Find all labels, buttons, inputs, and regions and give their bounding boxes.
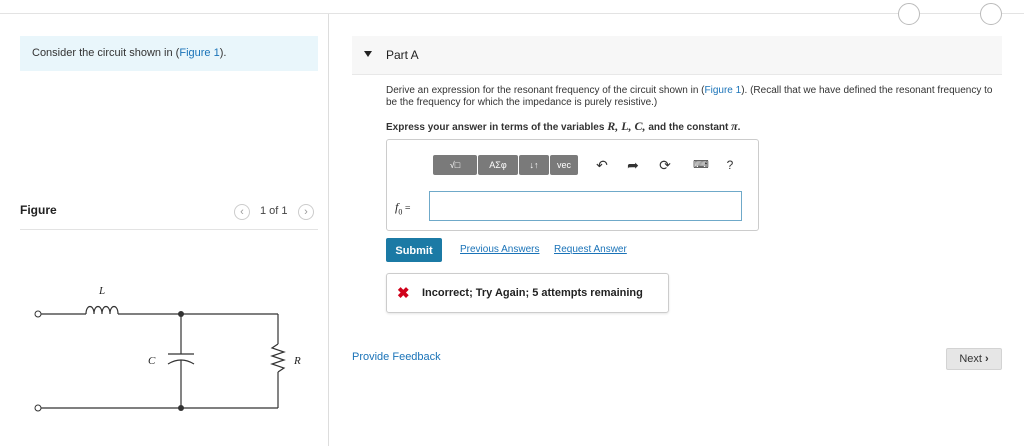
instruction-end: .: [737, 122, 741, 133]
column-divider: [328, 14, 329, 446]
provide-feedback-link[interactable]: Provide Feedback: [352, 351, 441, 363]
consider-suffix: ).: [219, 47, 227, 59]
arrows-button[interactable]: ↓↑: [519, 155, 549, 175]
figure-link[interactable]: Figure 1: [179, 47, 219, 59]
keyboard-icon[interactable]: ⌨: [689, 155, 713, 175]
answer-input[interactable]: [429, 191, 742, 221]
instruction-text: Express your answer in terms of the vari…: [386, 119, 740, 134]
templates-button[interactable]: √□: [433, 155, 477, 175]
node-bottom: [178, 405, 184, 411]
part-title: Part A: [386, 48, 419, 62]
figure-header: Figure ‹ 1 of 1 ›: [20, 201, 318, 230]
feedback-message: ✖ Incorrect; Try Again; 5 attempts remai…: [386, 273, 669, 313]
top-circle-button[interactable]: [980, 3, 1002, 25]
instruction-vars: R, L, C,: [607, 119, 646, 133]
figure-link[interactable]: Figure 1: [705, 85, 742, 96]
next-label: Next: [959, 353, 982, 365]
previous-answers-link[interactable]: Previous Answers: [460, 244, 539, 255]
terminal-bottom: [34, 404, 42, 412]
symbols-button[interactable]: ΑΣφ: [478, 155, 518, 175]
instruction-prefix: Express your answer in terms of the vari…: [386, 122, 608, 133]
chevron-right-icon[interactable]: ›: [298, 204, 314, 220]
part-a-header[interactable]: Part A: [352, 36, 1002, 75]
resistor-label: R: [294, 355, 301, 367]
vec-button[interactable]: vec: [550, 155, 578, 175]
chevron-right-icon: ›: [985, 353, 989, 365]
node-top: [178, 311, 184, 317]
close-x-icon: ✖: [397, 285, 410, 302]
top-circle-button[interactable]: [898, 3, 920, 25]
circuit-diagram: L C R: [34, 285, 286, 412]
feedback-text: Incorrect; Try Again; 5 attempts remaini…: [422, 287, 643, 299]
question-text: Derive an expression for the resonant fr…: [386, 85, 996, 109]
chevron-left-icon[interactable]: ‹: [234, 204, 250, 220]
reset-icon[interactable]: ⟳: [655, 155, 675, 175]
answer-eq: =: [402, 203, 411, 214]
terminal-top: [34, 310, 42, 318]
submit-button[interactable]: Submit: [386, 238, 442, 262]
question-prefix: Derive an expression for the resonant fr…: [386, 85, 705, 96]
request-answer-link[interactable]: Request Answer: [554, 244, 627, 255]
answer-box: √□ ΑΣφ ↓↑ vec ↶ ➦ ⟳ ⌨ ? f0 =: [386, 139, 759, 231]
instruction-mid: and the constant: [645, 122, 732, 133]
inductor-label: L: [98, 285, 105, 297]
resistor-symbol: [270, 343, 286, 373]
undo-icon[interactable]: ↶: [592, 155, 612, 175]
caret-down-icon[interactable]: [364, 51, 372, 57]
help-button[interactable]: ?: [723, 155, 737, 175]
next-button[interactable]: Next ›: [946, 348, 1002, 370]
consider-text: Consider the circuit shown in (: [32, 47, 180, 59]
figure-pager: 1 of 1: [260, 205, 288, 217]
figure-title: Figure: [20, 203, 57, 217]
redo-icon[interactable]: ➦: [623, 155, 643, 175]
answer-label: f0 =: [395, 200, 410, 216]
capacitor-label: C: [148, 355, 156, 367]
consider-panel: Consider the circuit shown in (Figure 1)…: [20, 36, 318, 71]
inductor-symbol: [85, 305, 119, 315]
top-divider: [0, 3, 1024, 25]
